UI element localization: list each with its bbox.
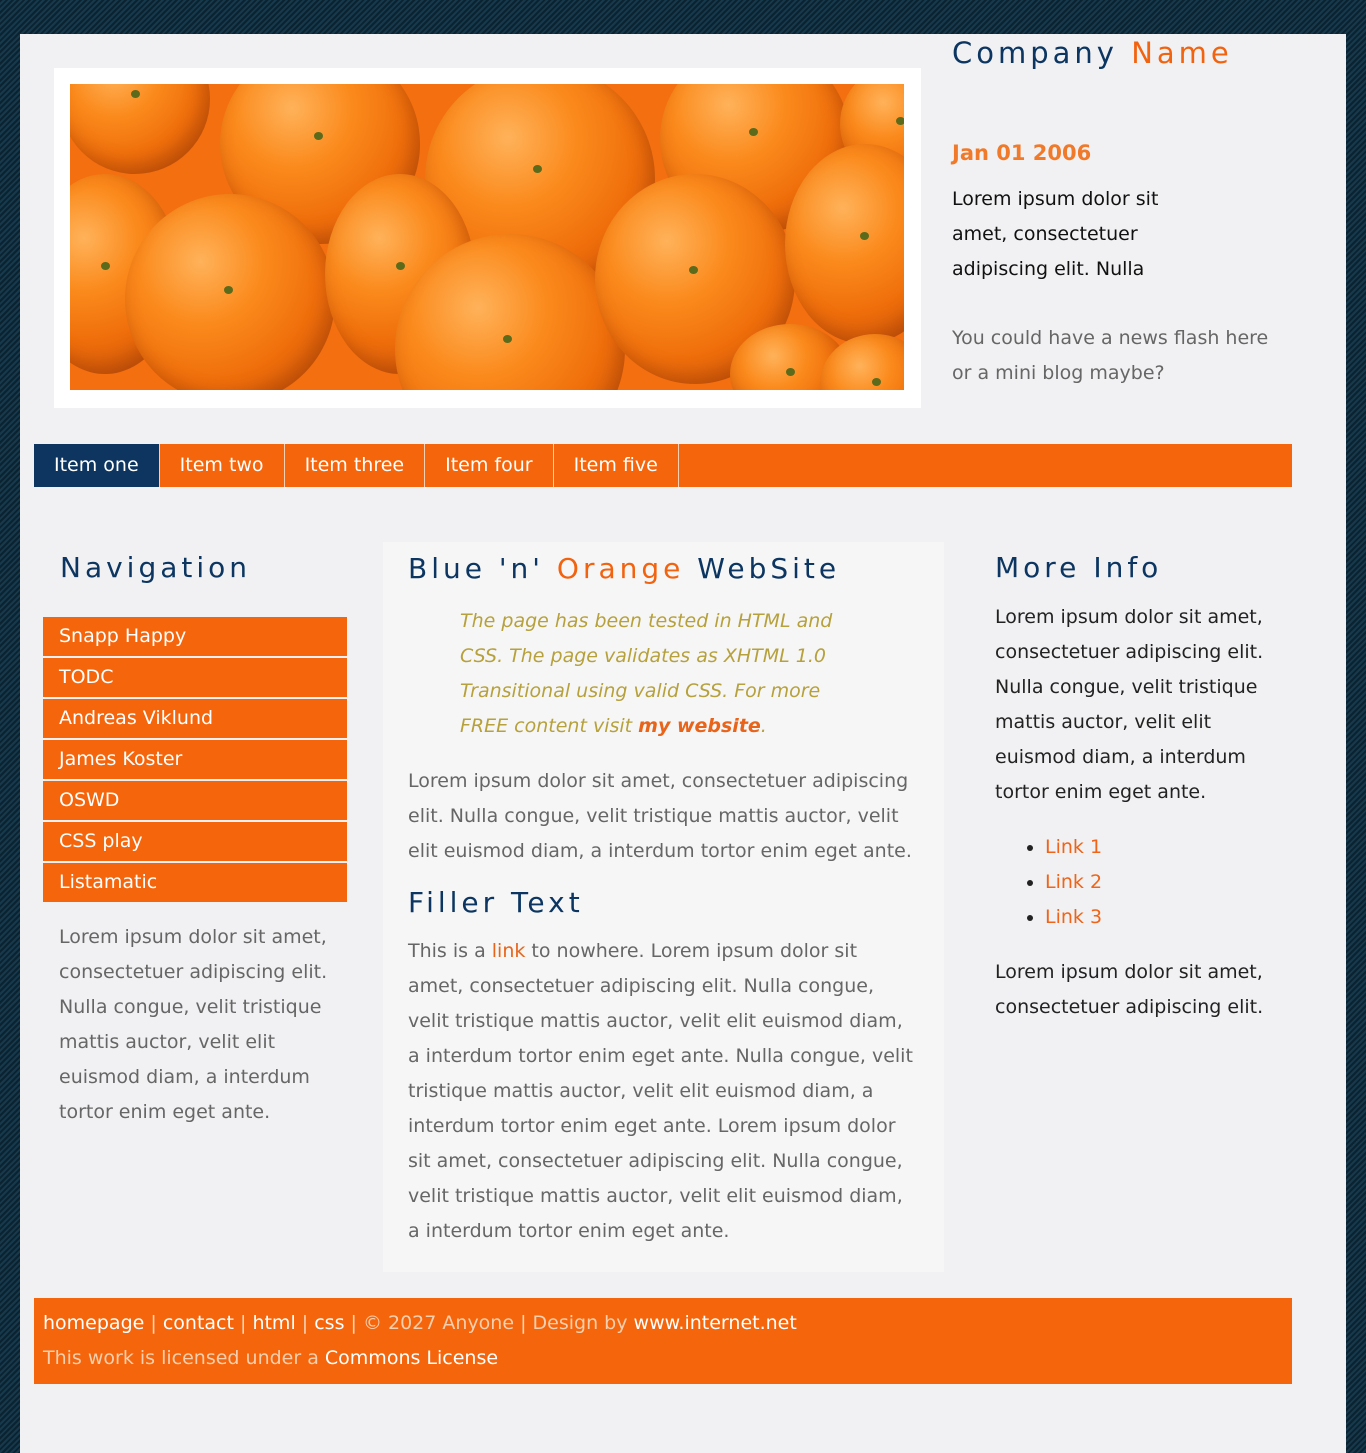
sidebar-item-listamatic[interactable]: Listamatic xyxy=(43,863,347,902)
top-nav-item-one[interactable]: Item one xyxy=(34,444,160,487)
footer-copyright: © 2027 Anyone xyxy=(362,1312,515,1334)
footer-contact-link[interactable]: contact xyxy=(163,1312,234,1334)
main-heading: Blue 'n' Orange WebSite xyxy=(408,552,840,585)
sidebar-item-james-koster[interactable]: James Koster xyxy=(43,740,347,779)
footer-html-link[interactable]: html xyxy=(252,1312,295,1334)
sidebar-item-andreas-viklund[interactable]: Andreas Viklund xyxy=(43,699,347,738)
sidebar-item-todc[interactable]: TODC xyxy=(43,658,347,697)
company-name-accent: Name xyxy=(1131,36,1233,70)
link-3[interactable]: Link 3 xyxy=(1045,906,1102,928)
main-heading-part2: WebSite xyxy=(697,552,841,585)
filler-start: This is a xyxy=(408,940,492,962)
top-nav-item-two[interactable]: Item two xyxy=(160,444,285,487)
more-info-links: Link 1 Link 2 Link 3 xyxy=(995,830,1102,935)
top-nav-item-three[interactable]: Item three xyxy=(285,444,426,487)
footer-license-line: This work is licensed under a Commons Li… xyxy=(43,1341,498,1376)
navigation-heading: Navigation xyxy=(60,551,252,584)
hero-image xyxy=(70,84,904,390)
filler-heading: Filler Text xyxy=(408,886,584,919)
news-date: Jan 01 2006 xyxy=(952,141,1092,165)
footer-designer-link[interactable]: www.internet.net xyxy=(634,1312,797,1334)
more-info-heading: More Info xyxy=(995,551,1163,584)
company-name: Company Name xyxy=(952,36,1233,70)
footer-license-text: This work is licensed under a xyxy=(43,1347,319,1369)
main-heading-part1: Blue 'n' xyxy=(408,552,545,585)
footer-separator: | xyxy=(520,1312,527,1334)
footer-separator: | xyxy=(150,1312,157,1334)
more-info-paragraph-2: Lorem ipsum dolor sit amet, consectetuer… xyxy=(995,961,1264,1018)
top-nav-item-five[interactable]: Item five xyxy=(554,444,679,487)
footer-separator: | xyxy=(239,1312,247,1334)
footer-separator: | xyxy=(301,1312,309,1334)
sidebar-text: Lorem ipsum dolor sit amet, consectetuer… xyxy=(59,926,328,1123)
link-2[interactable]: Link 2 xyxy=(1045,871,1102,893)
filler-paragraph: This is a link to nowhere. Lorem ipsum d… xyxy=(408,934,918,1249)
sidebar-item: Listamatic xyxy=(43,863,347,902)
intro-quote: The page has been tested in HTML and CSS… xyxy=(460,604,860,744)
sidebar-item: James Koster xyxy=(43,740,347,779)
list-item: Link 2 xyxy=(1045,865,1102,900)
news-flash: You could have a news flash here or a mi… xyxy=(952,327,1269,384)
list-item: Link 3 xyxy=(1045,900,1102,935)
footer-design-by: Design by xyxy=(532,1312,628,1334)
news-text: Lorem ipsum dolor sit amet, consectetuer… xyxy=(952,188,1159,280)
main-paragraph: Lorem ipsum dolor sit amet, consectetuer… xyxy=(408,770,912,862)
hero-image-frame xyxy=(54,68,921,408)
list-item: Link 1 xyxy=(1045,830,1102,865)
filler-link[interactable]: link xyxy=(492,940,526,962)
top-nav-bar: Item one Item two Item three Item four I… xyxy=(34,444,1292,487)
sidebar-item: CSS play xyxy=(43,822,347,861)
company-name-first: Company xyxy=(952,36,1118,70)
sidebar-item-snapp-happy[interactable]: Snapp Happy xyxy=(43,617,347,656)
sidebar-item-css-play[interactable]: CSS play xyxy=(43,822,347,861)
main-heading-accent: Orange xyxy=(556,552,685,585)
footer-separator: | xyxy=(350,1312,357,1334)
link-1[interactable]: Link 1 xyxy=(1045,836,1102,858)
main-content: Blue 'n' Orange WebSite The page has bee… xyxy=(383,542,944,1272)
sidebar-item: TODC xyxy=(43,658,347,697)
footer-license-link[interactable]: Commons License xyxy=(325,1347,498,1369)
sidebar-item: Andreas Viklund xyxy=(43,699,347,738)
footer: homepage | contact | html | css | © 2027… xyxy=(34,1298,1292,1384)
footer-homepage-link[interactable]: homepage xyxy=(43,1312,144,1334)
sidebar-nav: Snapp Happy TODC Andreas Viklund James K… xyxy=(43,617,347,904)
sidebar-item-oswd[interactable]: OSWD xyxy=(43,781,347,820)
footer-links-line: homepage | contact | html | css | © 2027… xyxy=(43,1306,797,1341)
my-website-link[interactable]: my website xyxy=(638,715,761,737)
sidebar-item: OSWD xyxy=(43,781,347,820)
sidebar-item: Snapp Happy xyxy=(43,617,347,656)
top-nav-item-four[interactable]: Item four xyxy=(425,444,554,487)
footer-css-link[interactable]: css xyxy=(314,1312,344,1334)
more-info-paragraph: Lorem ipsum dolor sit amet, consectetuer… xyxy=(995,606,1264,803)
filler-rest: to nowhere. Lorem ipsum dolor sit amet, … xyxy=(408,940,913,1242)
intro-quote-end: . xyxy=(760,715,767,737)
